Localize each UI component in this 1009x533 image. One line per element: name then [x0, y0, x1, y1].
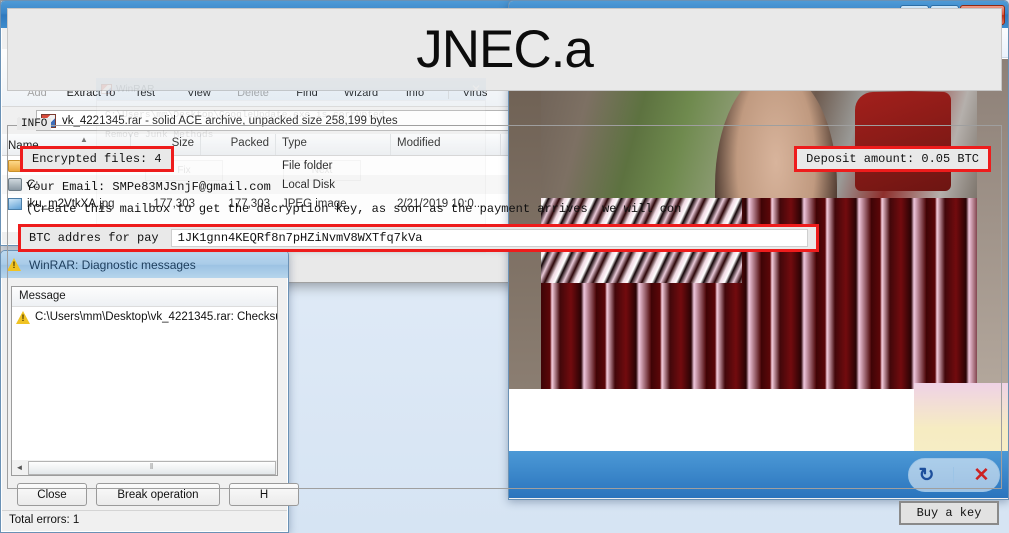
btc-address-row[interactable]: BTC addres for pay 1JK1gnn4KEQRf8n7pHZiN…	[18, 224, 819, 252]
ransom-brand-title: JNEC.a	[416, 20, 594, 79]
deposit-amount: Deposit amount: 0.05 BTC	[794, 146, 991, 172]
victim-email: Your Email: SMPe83MJSnjF@gmail.com	[26, 180, 271, 194]
ransom-dialog[interactable]: JNEC.a WinRAR ✕ C:\Users\mm\Desktop\Goog…	[0, 0, 1002, 525]
ransom-info-group: INFO Encrypted files: 4 Deposit amount: …	[7, 118, 1002, 489]
info-legend: INFO	[17, 118, 52, 130]
btc-address-label: BTC addres for pay	[29, 231, 159, 245]
encrypted-files-count: Encrypted files: 4	[20, 146, 174, 172]
btc-address-input[interactable]: 1JK1gnn4KEQRf8n7pHZiNvmV8WXTfq7kVa	[170, 229, 808, 247]
status-bar: Total errors: 1	[2, 510, 287, 531]
desktop: vk_4221345.rar (evaluation copy) File Co…	[0, 0, 1009, 533]
buy-a-key-button[interactable]: Buy a key	[899, 501, 999, 525]
ransom-brand-panel: JNEC.a	[7, 8, 1002, 91]
instructions-note: (Create this mailbox to get the decrypti…	[26, 202, 682, 216]
